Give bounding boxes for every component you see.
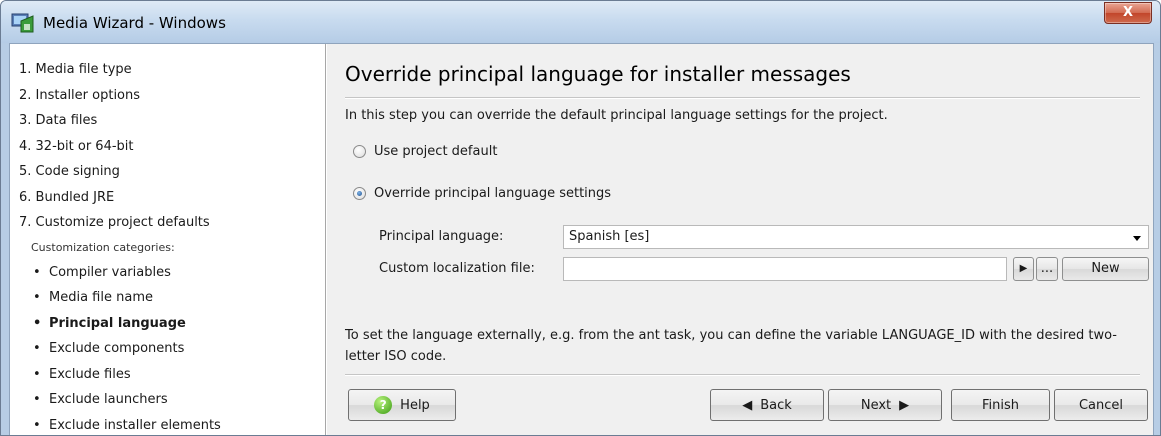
intro-text: In this step you can override the defaul… bbox=[345, 108, 888, 123]
step-item[interactable]: 7. Customize project defaults bbox=[19, 210, 221, 236]
page-title: Override principal language for installe… bbox=[345, 62, 851, 86]
principal-language-select[interactable]: Spanish [es] bbox=[563, 225, 1149, 249]
browse-button[interactable]: ... bbox=[1036, 257, 1058, 281]
sub-item-label: Exclude launchers bbox=[49, 392, 168, 407]
help-icon: ? bbox=[374, 396, 393, 414]
radio-label: Use project default bbox=[374, 144, 498, 159]
sub-item-exclude-components[interactable]: • Exclude components bbox=[19, 336, 221, 362]
sub-item-label: Media file name bbox=[49, 290, 153, 305]
bullet: • bbox=[33, 315, 42, 331]
principal-language-label: Principal language: bbox=[379, 229, 504, 244]
bullet: • bbox=[33, 392, 41, 407]
cancel-label: Cancel bbox=[1078, 397, 1124, 413]
bullet: • bbox=[33, 341, 41, 356]
wizard-step-sidebar: 1. Media file type 2. Installer options … bbox=[10, 44, 326, 436]
step-item[interactable]: 4. 32-bit or 64-bit bbox=[19, 134, 221, 160]
back-arrow-icon: ◀ bbox=[742, 397, 753, 413]
language-id-note: To set the language externally, e.g. fro… bbox=[345, 328, 1117, 364]
step-item[interactable]: 5. Code signing bbox=[19, 159, 221, 185]
customization-categories-label: Customization categories: bbox=[31, 240, 175, 254]
bullet: • bbox=[33, 290, 41, 305]
next-label: Next bbox=[860, 397, 892, 413]
bullet: • bbox=[33, 417, 41, 433]
selected-language: Spanish [es] bbox=[569, 229, 650, 244]
radio-use-project-default[interactable]: Use project default bbox=[353, 144, 497, 159]
bullet: • bbox=[33, 264, 41, 280]
help-button[interactable]: ? Help bbox=[348, 389, 456, 421]
radio-button[interactable] bbox=[353, 145, 366, 158]
play-button[interactable]: ▶ bbox=[1013, 257, 1034, 281]
chevron-down-icon[interactable] bbox=[1132, 226, 1142, 257]
cancel-button[interactable]: Cancel bbox=[1054, 389, 1148, 421]
radio-label: Override principal language settings bbox=[374, 186, 612, 201]
sub-item-exclude-installer-elements[interactable]: • Exclude installer elements bbox=[19, 413, 221, 436]
sub-item-exclude-files[interactable]: • Exclude files bbox=[19, 362, 221, 388]
new-button[interactable]: New bbox=[1062, 257, 1149, 281]
close-button[interactable]: X bbox=[1104, 2, 1152, 24]
help-label: Help bbox=[400, 397, 430, 413]
sub-item-label: Principal language bbox=[49, 315, 186, 331]
step-item[interactable]: 6. Bundled JRE bbox=[19, 185, 221, 211]
title-bar: Media Wizard - Windows X bbox=[1, 1, 1160, 43]
bullet: • bbox=[33, 366, 41, 382]
sub-item-exclude-launchers[interactable]: • Exclude launchers bbox=[19, 387, 221, 413]
sub-item-label: Exclude installer elements bbox=[49, 417, 221, 433]
wizard-content: 1. Media file type 2. Installer options … bbox=[9, 43, 1154, 436]
custom-localization-file-input[interactable] bbox=[563, 257, 1007, 281]
sub-item-principal-language[interactable]: • Principal language bbox=[19, 311, 221, 337]
sub-item-label: Exclude files bbox=[49, 366, 131, 382]
wizard-main-panel: Override principal language for installe… bbox=[327, 44, 1153, 435]
radio-override-settings[interactable]: Override principal language settings bbox=[353, 186, 611, 201]
media-wizard-window: Media Wizard - Windows X 1. Media file t… bbox=[0, 0, 1161, 436]
step-item[interactable]: 1. Media file type bbox=[19, 57, 221, 83]
media-wizard-app-icon bbox=[11, 12, 35, 34]
step-item[interactable]: 3. Data files bbox=[19, 108, 221, 134]
sub-item-compiler-variables[interactable]: • Compiler variables bbox=[19, 260, 221, 286]
sub-item-media-file-name[interactable]: • Media file name bbox=[19, 285, 221, 311]
sub-item-label: Exclude components bbox=[49, 341, 185, 356]
close-icon: X bbox=[1122, 5, 1134, 20]
next-arrow-icon: ▶ bbox=[899, 397, 910, 413]
next-button[interactable]: Next ▶ bbox=[828, 389, 942, 421]
custom-localization-file-label: Custom localization file: bbox=[379, 261, 535, 276]
back-label: Back bbox=[760, 397, 792, 413]
finish-button[interactable]: Finish bbox=[951, 389, 1050, 421]
window-title: Media Wizard - Windows bbox=[43, 14, 226, 32]
step-list: 1. Media file type 2. Installer options … bbox=[19, 57, 221, 436]
footer-divider bbox=[345, 374, 1140, 376]
heading-divider bbox=[345, 97, 1140, 99]
finish-label: Finish bbox=[981, 397, 1019, 413]
radio-button-checked[interactable] bbox=[353, 187, 366, 200]
back-button[interactable]: ◀ Back bbox=[710, 389, 824, 421]
step-item[interactable]: 2. Installer options bbox=[19, 83, 221, 109]
sub-item-label: Compiler variables bbox=[49, 264, 171, 280]
